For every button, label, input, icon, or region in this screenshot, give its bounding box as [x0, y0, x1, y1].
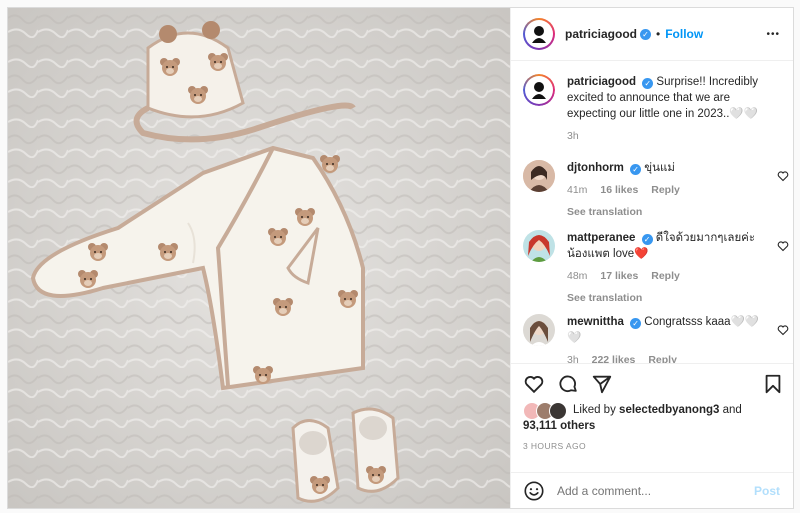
see-translation-button[interactable]: See translation [567, 290, 767, 306]
liker-avatar [549, 402, 567, 420]
comment-username[interactable]: mattperanee [567, 232, 635, 244]
post-header: patriciagood ✓ • Follow ••• [511, 8, 793, 61]
reply-button[interactable]: Reply [651, 270, 680, 282]
see-translation-button[interactable]: See translation [567, 204, 767, 220]
more-options-button[interactable]: ••• [766, 29, 780, 40]
post-modal: patriciagood ✓ • Follow ••• patriciagood… [7, 7, 794, 509]
comment-icon[interactable] [557, 373, 579, 395]
silhouette-icon [532, 26, 546, 43]
post-side-panel: patriciagood ✓ • Follow ••• patriciagood… [510, 8, 793, 508]
follow-button[interactable]: Follow [665, 27, 703, 41]
comment-text: ขุ่นแม่ [644, 162, 675, 174]
post-timestamp[interactable]: 3 HOURS AGO [523, 441, 586, 451]
comment-time[interactable]: 3h [567, 354, 579, 363]
comment-likes[interactable]: 222 likes [592, 354, 636, 363]
comment-time[interactable]: 48m [567, 270, 587, 282]
caption-username[interactable]: patriciagood [567, 76, 636, 88]
share-icon[interactable] [591, 373, 613, 395]
post-actions [511, 363, 793, 404]
caption-avatar[interactable] [523, 74, 555, 106]
silhouette-icon [532, 82, 546, 99]
baby-clothes-photo [8, 8, 510, 508]
user-photo-icon [523, 230, 555, 262]
comments-list[interactable]: patriciagood ✓ Surprise!! Incredibly exc… [511, 61, 793, 363]
verified-badge-icon: ✓ [641, 234, 653, 245]
liked-by-user[interactable]: selectedbyanong3 [619, 404, 719, 416]
reply-button[interactable]: Reply [648, 354, 677, 363]
liker-avatars[interactable] [523, 402, 571, 420]
user-photo-icon [523, 160, 555, 192]
author-username[interactable]: patriciagood [565, 27, 637, 41]
emoji-icon[interactable] [523, 480, 545, 502]
comment-time[interactable]: 41m [567, 184, 587, 196]
user-photo-icon [523, 314, 555, 346]
add-comment-bar: Post [511, 472, 793, 508]
liked-by-and: and [722, 404, 742, 416]
likes-summary: Liked by selectedbyanong3 and 93,111 oth… [523, 402, 742, 434]
post-photo[interactable] [8, 8, 510, 508]
heart-icon[interactable] [777, 324, 789, 336]
heart-icon[interactable] [777, 170, 789, 182]
reply-button[interactable]: Reply [651, 184, 680, 196]
post-comment-button[interactable]: Post [754, 484, 780, 498]
like-heart-icon[interactable] [523, 373, 545, 395]
caption-time[interactable]: 3h [567, 130, 579, 142]
add-comment-input[interactable] [555, 483, 749, 499]
follow-separator: • [656, 27, 661, 41]
author-avatar[interactable] [523, 18, 555, 50]
comment-likes[interactable]: 16 likes [600, 184, 638, 196]
bookmark-icon[interactable] [762, 373, 784, 395]
comment-username[interactable]: mewnittha [567, 316, 624, 328]
verified-badge-icon: ✓ [642, 78, 654, 89]
commenter-avatar[interactable] [523, 160, 555, 192]
likes-count[interactable]: 93,111 others [523, 420, 595, 432]
verified-badge-icon: ✓ [630, 318, 642, 329]
commenter-avatar[interactable] [523, 230, 555, 262]
liked-by-label: Liked by [573, 404, 616, 416]
comment-likes[interactable]: 17 likes [600, 270, 638, 282]
commenter-avatar[interactable] [523, 314, 555, 346]
heart-icon[interactable] [777, 240, 789, 252]
verified-badge-icon: ✓ [640, 28, 652, 40]
verified-badge-icon: ✓ [630, 164, 642, 175]
comment-username[interactable]: djtonhorm [567, 162, 624, 174]
